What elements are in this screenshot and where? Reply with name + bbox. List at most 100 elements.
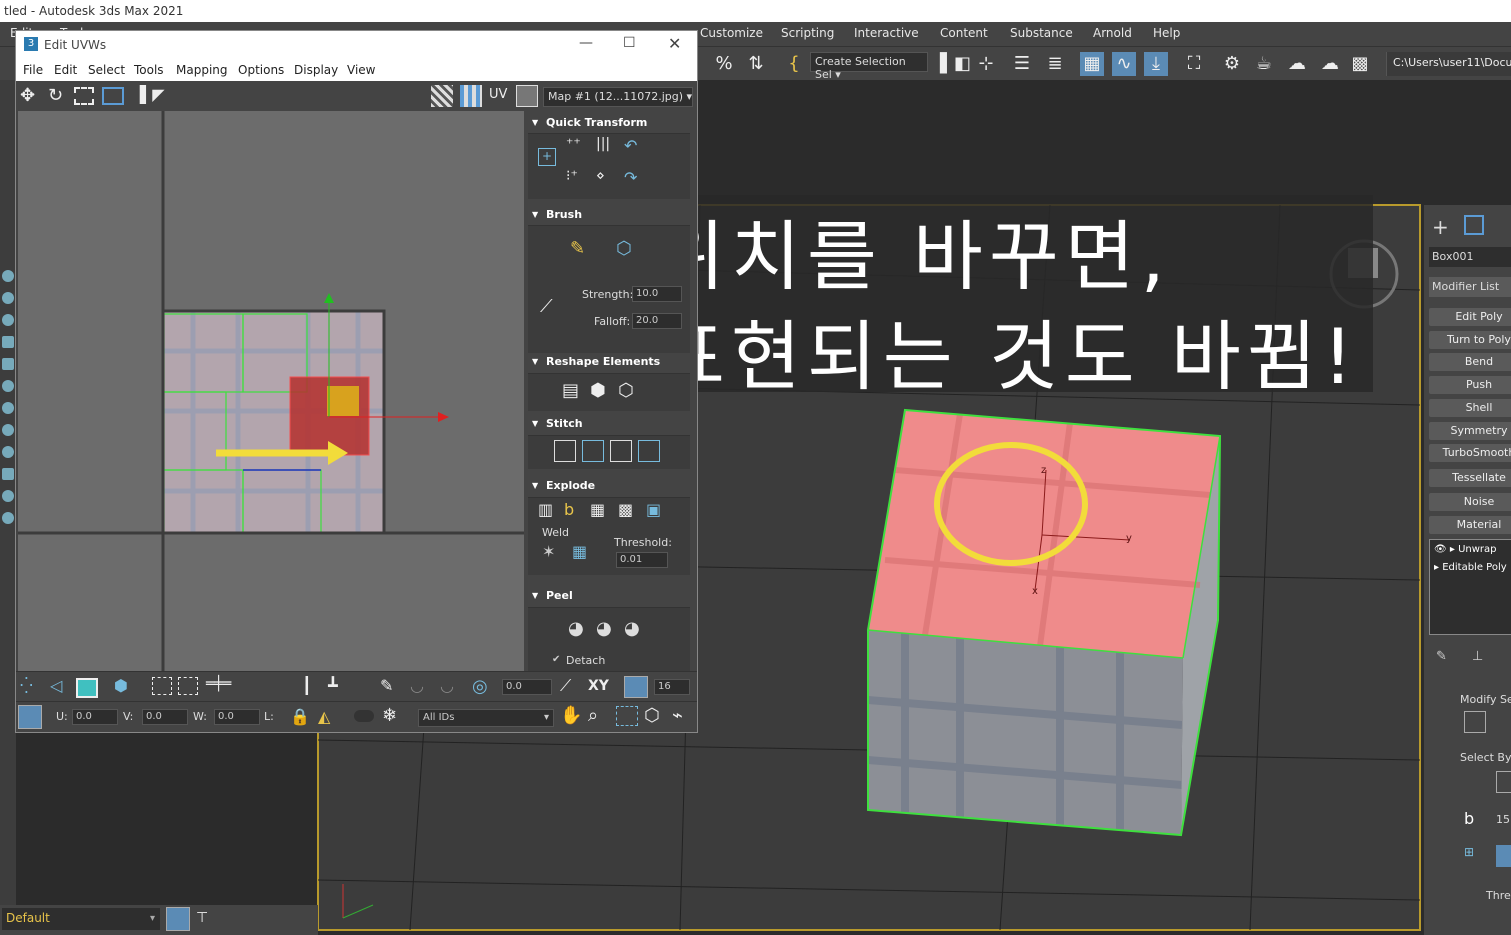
noise-button[interactable]: Noise [1429, 493, 1511, 511]
minimize-icon[interactable]: — [579, 35, 593, 51]
uv-label[interactable]: UV [489, 87, 507, 102]
tessellate-button[interactable]: Tessellate [1429, 469, 1511, 487]
stitch-source-icon[interactable] [582, 440, 604, 462]
layer-tools-icon[interactable]: ⊤ [196, 910, 208, 926]
uvw-menu-display[interactable]: Display [294, 63, 338, 77]
straighten-icon[interactable]: ▤ [562, 380, 579, 401]
create-tab-icon[interactable]: + [1432, 215, 1449, 239]
freeze-icon[interactable] [354, 710, 374, 722]
select-by-angle-icon[interactable]: b [1464, 809, 1486, 831]
paint-grow-icon[interactable]: ◡ [410, 676, 424, 695]
show-end-result-icon[interactable]: ⊥ [1472, 649, 1483, 664]
reshape-elements-header[interactable]: Reshape Elements [528, 355, 690, 368]
close-icon[interactable]: ✕ [668, 34, 681, 53]
space-horizontal-icon[interactable]: ⁝⁺ [566, 168, 578, 184]
turbosmooth-button[interactable]: TurboSmooth [1429, 444, 1511, 462]
soft-select-icon[interactable]: ◎ [472, 676, 488, 697]
layer-field[interactable]: Default [2, 908, 160, 930]
snowflake-icon[interactable]: ❄ [382, 705, 397, 726]
relax-icon[interactable]: ⬢ [590, 380, 606, 401]
show-map-icon[interactable] [460, 85, 482, 107]
falloff-curve-icon[interactable]: ⟋ [560, 676, 571, 696]
move-icon[interactable]: ✥ [20, 85, 35, 106]
grow-selection-icon[interactable] [1464, 711, 1486, 733]
stack-item-unwrap[interactable]: 👁 ▸ Unwrap [1434, 544, 1497, 555]
uvw-menu-options[interactable]: Options [238, 63, 284, 77]
zoom-region-icon[interactable] [616, 706, 638, 726]
peel-mode-icon[interactable]: ◕ [596, 618, 612, 639]
detach-checkbox[interactable]: ✔ [552, 654, 560, 665]
grid-value[interactable]: 16 [654, 679, 690, 695]
flatten-icon[interactable]: ▦ [590, 500, 605, 519]
object-name-field[interactable]: Box001 [1429, 247, 1511, 267]
shrink-icon[interactable] [178, 677, 198, 695]
ids-dropdown[interactable]: All IDs ▾ [418, 709, 554, 727]
absolute-offset-icon[interactable] [18, 705, 42, 729]
flatten-by-smoothing-icon[interactable]: ▣ [646, 500, 661, 519]
map-settings-icon[interactable] [516, 85, 538, 107]
break-icon[interactable]: ▥ [538, 500, 553, 519]
threshold-input[interactable]: 0.01 [616, 552, 668, 568]
w-input[interactable]: 0.0 [214, 709, 260, 725]
uvw-menu-select[interactable]: Select [88, 63, 125, 77]
push-button[interactable]: Push [1429, 376, 1511, 394]
rotate-cw-icon[interactable]: ↷ [624, 168, 637, 187]
layer-manager-icon[interactable] [166, 907, 190, 931]
stack-item-editable-poly[interactable]: ▸ Editable Poly [1434, 562, 1507, 573]
rotate-ccw-icon[interactable]: ↶ [624, 136, 637, 155]
mirror-uv-icon[interactable]: ▌◤ [140, 85, 165, 104]
reset-peel-icon[interactable]: ◕ [624, 618, 640, 639]
paint-shrink-icon[interactable]: ◡ [440, 676, 454, 695]
lock-icon[interactable]: 🔒 [290, 707, 310, 726]
quick-transform-header[interactable]: Quick Transform [528, 116, 690, 129]
peel-header[interactable]: Peel [528, 589, 690, 602]
ring-grow-icon[interactable]: ┻ [328, 676, 338, 695]
rotate-icon[interactable]: ↻ [48, 85, 63, 106]
element-mode-icon[interactable]: ⬢ [114, 676, 128, 695]
weld-selected-icon[interactable]: ▦ [572, 542, 587, 561]
shell-button[interactable]: Shell [1429, 399, 1511, 417]
ring-icon[interactable]: ┃ [302, 676, 312, 695]
space-vertical-icon[interactable]: ⋄ [596, 168, 605, 184]
vertex-mode-icon[interactable]: ⁛ [20, 676, 33, 695]
face-mode-icon[interactable] [76, 678, 98, 698]
paint-select-icon[interactable]: ✎ [380, 676, 393, 695]
stitch-custom-icon[interactable] [554, 440, 576, 462]
select-x-icon[interactable] [1496, 845, 1511, 867]
uvw-menu-mapping[interactable]: Mapping [176, 63, 228, 77]
align-to-center-icon[interactable]: + [538, 148, 556, 166]
symmetry-button[interactable]: Symmetry [1429, 422, 1511, 440]
rectangulate-icon[interactable]: ⬡ [618, 380, 634, 401]
xy-label[interactable]: XY [588, 678, 609, 694]
loop-icon[interactable]: ═╪═ [206, 676, 231, 692]
pan-icon[interactable]: ✋ [560, 705, 582, 726]
relax-brush-icon[interactable]: ⬡ [616, 238, 632, 259]
modifier-stack[interactable]: 👁 ▸ Unwrap ▸ Editable Poly [1429, 539, 1511, 635]
falloff-space-icon[interactable] [624, 676, 648, 698]
uvw-menu-tools[interactable]: Tools [134, 63, 164, 77]
map-dropdown[interactable]: Map #1 (12...11072.jpg) ▾ [543, 87, 693, 107]
v-input[interactable]: 0.0 [142, 709, 188, 725]
angle-value[interactable]: 15. [1496, 813, 1511, 826]
scale-icon[interactable] [74, 87, 94, 105]
weld-target-icon[interactable]: ✶ [542, 542, 555, 561]
material-button[interactable]: Material [1429, 516, 1511, 534]
hide-icon[interactable]: ◭ [318, 707, 330, 726]
align-horizontal-icon[interactable]: ⁺⁺ [566, 136, 581, 152]
align-vertical-icon[interactable]: ||| [596, 136, 610, 152]
cube-front-face[interactable] [868, 630, 1183, 835]
select-element-icon[interactable] [1496, 771, 1511, 793]
turn-to-poly-button[interactable]: Turn to Poly [1429, 331, 1511, 349]
modifier-list-dropdown[interactable]: Modifier List [1429, 277, 1511, 297]
zoom-icon[interactable]: ⌕ [588, 705, 598, 726]
falloff-input[interactable]: 20.0 [632, 313, 682, 329]
stitch-target-icon[interactable] [638, 440, 660, 462]
select-grid-icon[interactable]: ⊞ [1464, 845, 1486, 867]
flatten-by-material-icon[interactable]: ▩ [618, 500, 633, 519]
explode-header[interactable]: Explode [528, 479, 690, 492]
zoom-extents-icon[interactable]: ⬡ [644, 705, 660, 726]
modify-tab-icon[interactable] [1464, 215, 1484, 235]
grow-icon[interactable] [152, 677, 172, 695]
uv-editor-canvas[interactable] [18, 111, 524, 671]
line-brush-icon[interactable]: ⟋ [540, 296, 553, 317]
